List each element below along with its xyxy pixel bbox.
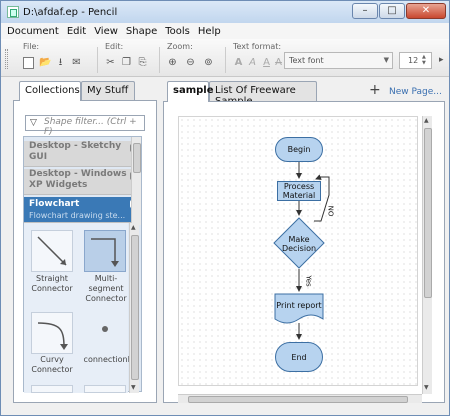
edit-group-label: Edit: <box>105 42 124 51</box>
new-doc-icon[interactable] <box>23 57 34 69</box>
scroll-down-icon[interactable]: ▼ <box>424 384 429 391</box>
toolbar-separator <box>225 47 226 73</box>
more-shape[interactable] <box>84 385 126 393</box>
menu-tools[interactable]: Tools <box>165 26 190 37</box>
tab-collections[interactable]: Collections <box>19 81 81 101</box>
font-family-select[interactable]: Text font ▼ <box>284 52 393 69</box>
zoom-out-icon[interactable]: ⊖ <box>185 57 196 69</box>
toolbar-separator <box>97 47 98 73</box>
more-shape[interactable] <box>31 385 73 393</box>
zoom-in-icon[interactable]: ⊕ <box>167 57 178 69</box>
straight-connector-shape[interactable] <box>31 230 73 272</box>
strikethrough-button[interactable]: A <box>273 57 284 69</box>
font-size-input[interactable]: 12 ▲ ▼ <box>399 52 432 69</box>
filter-icon: ▽ <box>30 118 37 128</box>
zoom-group-label: Zoom: <box>167 42 193 51</box>
canvas-hscroll[interactable] <box>178 394 422 403</box>
menu-bar: Document Edit View Shape Tools Help <box>1 23 449 39</box>
no-label: NO <box>326 205 335 217</box>
tab-my-stuff[interactable]: My Stuff <box>81 81 135 100</box>
menu-shape[interactable]: Shape <box>126 26 157 37</box>
multi-segment-connector-shape[interactable] <box>84 230 126 272</box>
bold-button[interactable]: A <box>233 57 244 69</box>
connection-point-icon <box>102 326 108 332</box>
shape-scrollbar[interactable]: ▲ ▼ <box>129 223 139 393</box>
shape-label: Multi-segment Connector <box>85 274 127 303</box>
font-family-value: Text font <box>289 56 324 65</box>
close-button[interactable]: ✕ <box>406 3 446 19</box>
canvas-frame: Begin Process Material Make Decision NO … <box>163 101 445 403</box>
zoom-fit-icon[interactable]: ⊚ <box>203 57 214 69</box>
collection-xp-widgets[interactable]: Desktop - Windows XP Widgets ✕ <box>24 169 140 195</box>
menu-view[interactable]: View <box>94 26 118 37</box>
tab-freeware-sample[interactable]: List Of Freeware Sample <box>209 81 317 107</box>
decision-node[interactable]: Make Decision <box>281 235 317 253</box>
scrollbar-thumb[interactable] <box>131 235 139 380</box>
scrollbar-thumb[interactable] <box>133 143 141 173</box>
font-size-value: 12 <box>408 56 419 65</box>
italic-button[interactable]: A <box>247 57 258 69</box>
connection-point-shape[interactable] <box>84 312 126 354</box>
collection-name: Flowchart <box>29 199 80 209</box>
toolbar-separator <box>159 47 160 73</box>
document-panel: sample List Of Freeware Sample + New Pag… <box>163 81 445 403</box>
drawing-canvas[interactable]: Begin Process Material Make Decision NO … <box>178 116 418 386</box>
begin-node[interactable]: Begin <box>275 137 323 162</box>
toolbar-grip[interactable] <box>5 49 8 69</box>
curvy-connector-shape[interactable] <box>31 312 73 354</box>
collection-scrollbar[interactable] <box>131 137 141 225</box>
canvas-vscroll[interactable]: ▲ ▼ <box>422 116 432 394</box>
new-page-button[interactable]: New Page... <box>389 87 442 97</box>
app-icon <box>7 6 19 18</box>
menu-help[interactable]: Help <box>198 26 221 37</box>
plus-icon[interactable]: + <box>369 82 381 98</box>
file-group-label: File: <box>23 42 40 51</box>
process-node[interactable]: Process Material <box>277 181 321 201</box>
tab-sample[interactable]: sample <box>167 81 214 102</box>
spinner-icon[interactable]: ▲ ▼ <box>422 54 430 66</box>
print-report-node[interactable]: Print report <box>275 295 323 315</box>
maximize-button[interactable]: □ <box>379 3 405 19</box>
minimize-button[interactable]: – <box>352 3 378 19</box>
app-window: D:\afdaf.ep - Pencil – □ ✕ Document Edit… <box>0 0 450 416</box>
shape-palette: Straight Connector Multi-segment Connect… <box>24 223 132 393</box>
collection-description: Flowchart drawing ste... <box>29 211 126 220</box>
curvy-connector-icon <box>37 322 68 350</box>
scrollbar-thumb[interactable] <box>424 128 432 298</box>
save-icon[interactable]: ⭳ <box>55 57 66 69</box>
collection-name: Desktop - Sketchy GUI <box>29 141 122 162</box>
scroll-up-icon[interactable]: ▲ <box>131 224 136 231</box>
toolbar-overflow-icon[interactable]: ▸ <box>439 55 444 65</box>
title-bar: D:\afdaf.ep - Pencil – □ ✕ <box>1 1 449 23</box>
chevron-down-icon: ▼ <box>383 56 389 64</box>
menu-document[interactable]: Document <box>7 26 59 37</box>
export-icon[interactable]: ✉ <box>71 57 82 69</box>
shape-filter-input[interactable]: ▽ Shape filter... (Ctrl + F) <box>25 115 145 137</box>
window-title: D:\afdaf.ep - Pencil <box>23 6 118 18</box>
underline-button[interactable]: A <box>261 57 272 69</box>
multi-segment-connector-icon <box>91 238 119 267</box>
end-node[interactable]: End <box>275 342 323 372</box>
shape-label: connectionP <box>83 355 133 364</box>
menu-edit[interactable]: Edit <box>67 26 86 37</box>
open-icon[interactable]: 📂 <box>39 57 51 69</box>
scrollbar-thumb[interactable] <box>188 396 408 403</box>
scroll-up-icon[interactable]: ▲ <box>424 117 429 124</box>
scroll-down-icon[interactable]: ▼ <box>131 384 136 391</box>
collection-sketchy-gui[interactable]: Desktop - Sketchy GUI ✕ <box>24 141 140 167</box>
copy-icon[interactable]: ❐ <box>121 57 132 69</box>
yes-label: Yes <box>304 275 313 287</box>
shape-label: Curvy Connector <box>31 355 73 374</box>
shape-label: Straight Connector <box>31 274 73 293</box>
straight-connector-icon <box>37 236 67 266</box>
collection-name: Desktop - Windows XP Widgets <box>29 169 127 190</box>
cut-icon[interactable]: ✂ <box>105 57 116 69</box>
collection-flowchart[interactable]: Flowchart Flowchart drawing ste... ✕ <box>24 197 140 223</box>
paste-icon[interactable]: ⎘ <box>137 57 148 69</box>
text-format-label: Text format: <box>233 42 282 51</box>
